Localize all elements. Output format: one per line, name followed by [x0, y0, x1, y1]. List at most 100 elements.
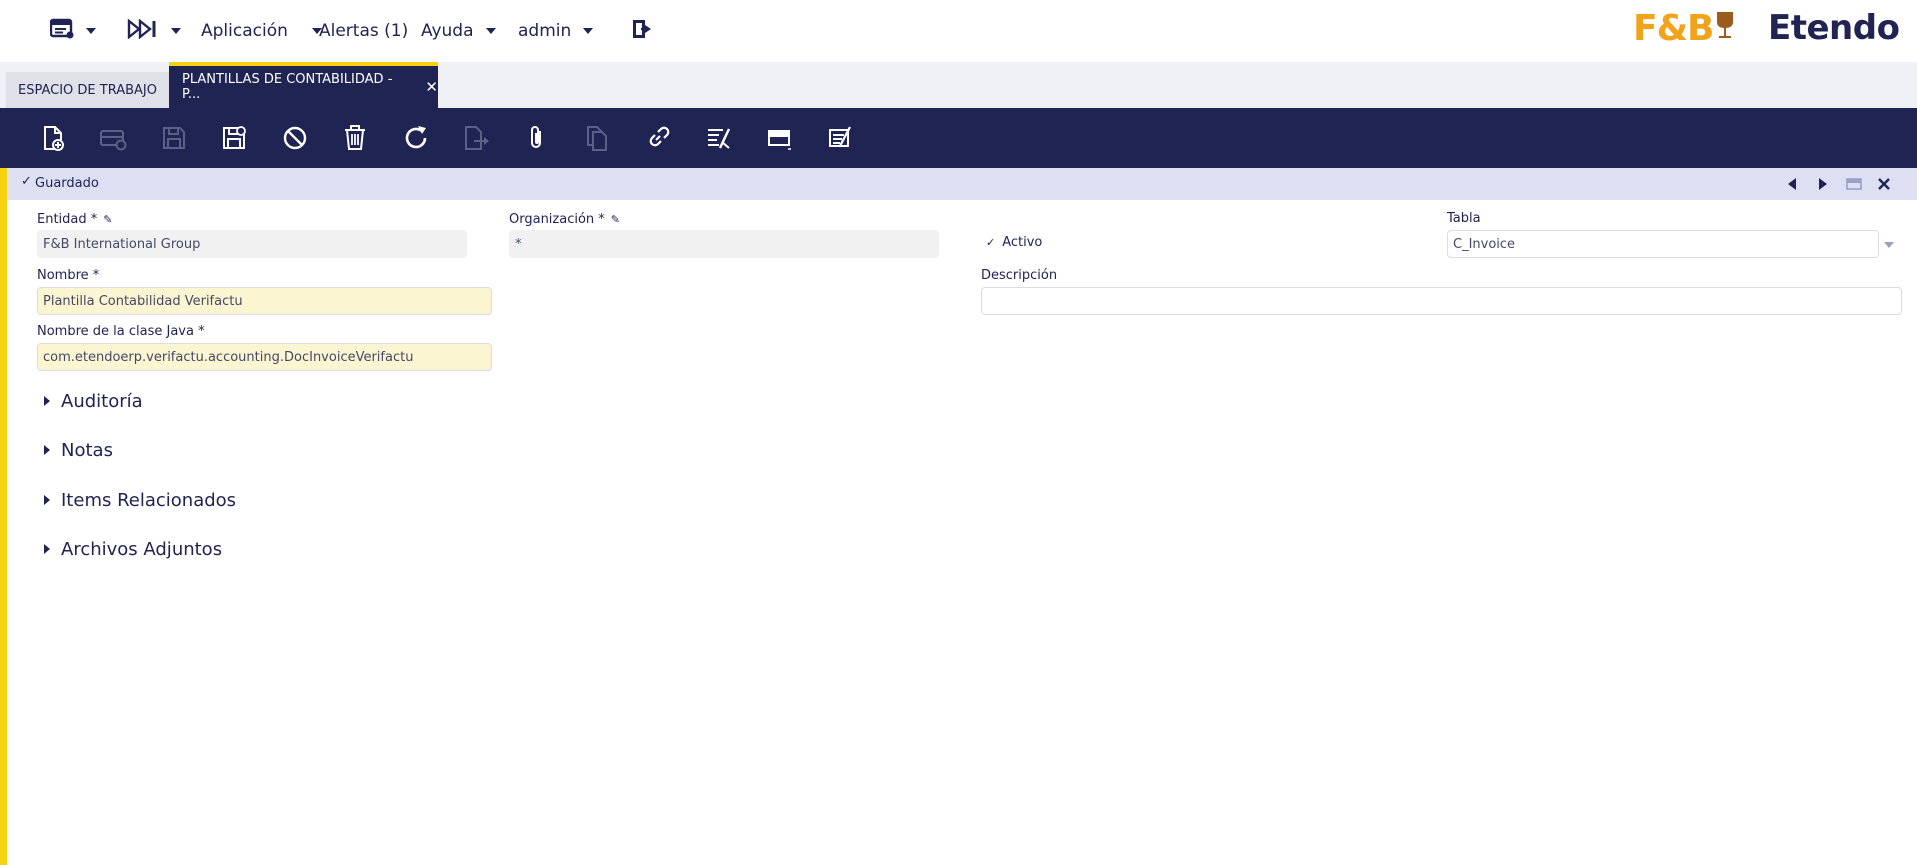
- section-items-relacionados-label: Items Relacionados: [61, 489, 237, 511]
- status-bar: ✓ Guardado: [7, 168, 1917, 200]
- chevron-right-icon: [1819, 178, 1827, 190]
- descripcion-input[interactable]: [981, 287, 1902, 315]
- section-archivos-adjuntos-label: Archivos Adjuntos: [61, 538, 223, 560]
- check-icon: ✓: [21, 174, 32, 189]
- new-document-button[interactable]: [37, 122, 69, 154]
- section-notas[interactable]: Notas: [44, 437, 113, 463]
- copy-button[interactable]: [581, 122, 613, 154]
- new-row-icon: [100, 130, 127, 151]
- grid-form-toggle-button[interactable]: [763, 122, 795, 154]
- activo-checkbox[interactable]: ✓ Activo: [986, 235, 1042, 250]
- refresh-icon: [405, 126, 427, 149]
- chevron-down-icon: [485, 28, 496, 34]
- grid-form-icon: [768, 130, 791, 150]
- close-window-button[interactable]: [1876, 176, 1892, 192]
- audit-button[interactable]: [703, 122, 735, 154]
- link-button[interactable]: [642, 122, 674, 154]
- java-class-input[interactable]: com.etendoerp.verifactu.accounting.DocIn…: [37, 343, 492, 371]
- section-auditoria[interactable]: Auditoría: [44, 388, 143, 414]
- menu-user[interactable]: admin: [518, 19, 594, 43]
- brand-logo-fb-text: F&B: [1633, 7, 1714, 49]
- notes-button[interactable]: [824, 122, 856, 154]
- maximize-icon: [1846, 178, 1862, 190]
- close-icon: [1878, 178, 1890, 190]
- export-icon: [465, 126, 489, 150]
- chevron-right-icon: [44, 544, 50, 554]
- menu-help[interactable]: Ayuda: [421, 19, 496, 43]
- menu-application[interactable]: Aplicación: [201, 19, 322, 43]
- menu-application-label: Aplicación: [201, 21, 288, 41]
- action-toolbar: [0, 108, 1917, 168]
- delete-icon: [345, 125, 365, 150]
- delete-button[interactable]: [339, 122, 371, 154]
- link-icon: [649, 126, 670, 147]
- app-menu-button[interactable]: [49, 18, 96, 43]
- entidad-label: Entidad * ✎: [37, 212, 112, 227]
- save-button[interactable]: [158, 122, 190, 154]
- notes-icon: [829, 126, 851, 147]
- status-text: Guardado: [35, 176, 99, 191]
- organizacion-label-text: Organización *: [509, 212, 605, 227]
- chevron-right-icon: [44, 495, 50, 505]
- nombre-label: Nombre *: [37, 268, 99, 283]
- close-icon[interactable]: ✕: [425, 78, 438, 96]
- tabla-value: C_Invoice: [1453, 236, 1516, 252]
- tab-accounting-templates[interactable]: PLANTILLAS DE CONTABILIDAD - P... ✕: [169, 62, 438, 108]
- section-notas-label: Notas: [61, 439, 113, 461]
- refresh-button[interactable]: [400, 122, 432, 154]
- descripcion-label-text: Descripción: [981, 268, 1058, 283]
- audit-icon: [708, 128, 731, 149]
- check-icon: ✓: [986, 236, 996, 249]
- menu-alerts-label: Alertas (1): [319, 21, 409, 41]
- quick-launch-button[interactable]: [127, 18, 181, 44]
- export-button[interactable]: [460, 122, 492, 154]
- attach-button[interactable]: [521, 122, 553, 154]
- tab-accounting-templates-label: PLANTILLAS DE CONTABILIDAD - P...: [182, 72, 393, 102]
- menu-user-label: admin: [518, 21, 572, 41]
- tab-workspace[interactable]: ESPACIO DE TRABAJO: [6, 72, 169, 108]
- menu-help-label: Ayuda: [421, 21, 474, 41]
- activo-label: Activo: [1002, 235, 1043, 250]
- section-auditoria-label: Auditoría: [61, 390, 143, 412]
- save-close-button[interactable]: [218, 122, 250, 154]
- brand-logo-etendo: Etendo: [1768, 8, 1900, 48]
- chevron-right-icon: [44, 396, 50, 406]
- save-close-icon: [223, 126, 246, 149]
- logout-icon: [631, 18, 655, 45]
- section-archivos-adjuntos[interactable]: Archivos Adjuntos: [44, 536, 222, 562]
- cancel-button[interactable]: [279, 122, 311, 154]
- nombre-input[interactable]: Plantilla Contabilidad Verifactu: [37, 287, 492, 315]
- tabla-select[interactable]: C_Invoice: [1447, 230, 1879, 258]
- next-record-button[interactable]: [1815, 176, 1831, 192]
- entidad-label-text: Entidad *: [37, 212, 98, 227]
- tab-bar: ESPACIO DE TRABAJO PLANTILLAS DE CONTABI…: [0, 62, 1917, 108]
- tab-workspace-label: ESPACIO DE TRABAJO: [18, 82, 157, 98]
- logout-button[interactable]: [631, 19, 655, 43]
- java-class-label: Nombre de la clase Java *: [37, 324, 205, 339]
- entidad-value: F&B International Group: [43, 236, 201, 252]
- fast-forward-icon: [127, 18, 159, 44]
- nombre-label-text: Nombre *: [37, 268, 100, 283]
- java-class-value: com.etendoerp.verifactu.accounting.DocIn…: [43, 349, 414, 365]
- save-icon: [163, 127, 185, 149]
- menu-alerts[interactable]: Alertas (1): [319, 19, 408, 43]
- chevron-right-icon: [44, 445, 50, 455]
- chevron-down-icon: [171, 28, 181, 34]
- active-window-indicator: [0, 168, 7, 865]
- brand-logo-fb: F&B: [1633, 7, 1735, 49]
- previous-record-button[interactable]: [1784, 176, 1800, 192]
- new-document-icon: [44, 126, 64, 151]
- section-items-relacionados[interactable]: Items Relacionados: [44, 487, 236, 513]
- new-row-button[interactable]: [97, 122, 129, 154]
- copy-icon: [587, 126, 607, 151]
- pencil-icon: ✎: [103, 213, 113, 226]
- chevron-down-icon[interactable]: [1884, 242, 1894, 248]
- nombre-value: Plantilla Contabilidad Verifactu: [43, 293, 243, 309]
- descripcion-label: Descripción: [981, 268, 1057, 283]
- pencil-icon: ✎: [610, 213, 621, 226]
- maximize-button[interactable]: [1846, 176, 1862, 192]
- java-class-label-text: Nombre de la clase Java *: [37, 324, 205, 339]
- chevron-down-icon: [583, 28, 594, 34]
- top-navigation: Aplicación Alertas (1) Ayuda admin F&B E…: [0, 0, 1917, 62]
- tabla-label: Tabla: [1447, 211, 1481, 226]
